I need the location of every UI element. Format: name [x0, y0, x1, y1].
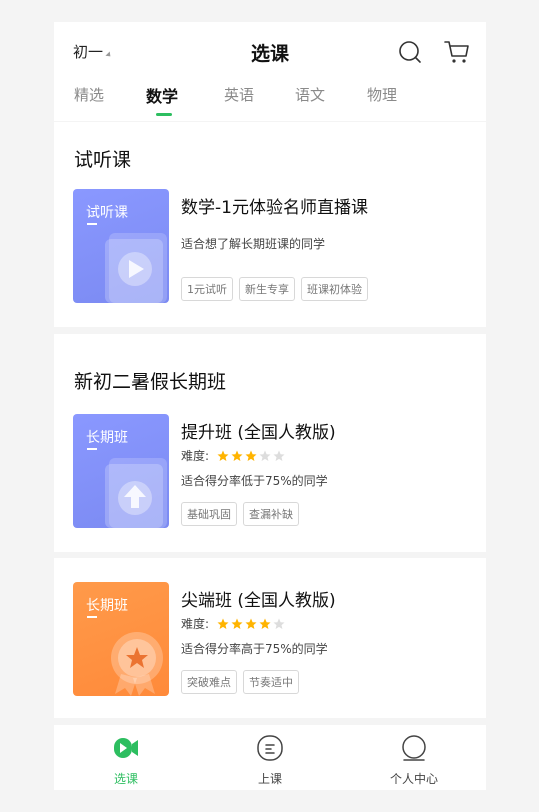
course-card-advanced[interactable]: 长期班 提升班 (全国人教版) 难度: 适合得分率低于75%的同学 基础巩固 查… — [73, 414, 473, 528]
course-tag: 节奏适中 — [243, 670, 299, 694]
app-screen: 初一 选课 精选 数学 英语 语文 物理 试听课 试听课 数学-1元体验名师直播… — [54, 22, 486, 790]
tab-math[interactable]: 数学 — [146, 83, 178, 107]
star-filled-icon — [217, 450, 229, 461]
thumbnail-dash — [87, 616, 97, 618]
long-term-section: 新初二暑假长期班 长期班 提升班 (全国人教版) 难度: 适合得分率低于75%的… — [54, 334, 486, 552]
thumbnail-dash — [87, 223, 97, 225]
thumbnail-dash — [87, 448, 97, 450]
user-icon — [402, 735, 426, 761]
star-rating — [217, 450, 287, 462]
section-title: 试听课 — [74, 149, 132, 171]
difficulty-label: 难度: — [181, 449, 210, 463]
tab-featured[interactable]: 精选 — [74, 84, 104, 105]
search-icon[interactable] — [398, 40, 422, 64]
cart-icon[interactable] — [444, 39, 470, 65]
tab-physics[interactable]: 物理 — [367, 84, 397, 105]
star-filled-icon — [217, 618, 229, 629]
star-filled-icon — [231, 450, 243, 461]
play-icon — [105, 233, 167, 303]
course-tags: 1元试听 新生专享 班课初体验 — [181, 277, 374, 301]
nav-label: 上课 — [257, 772, 282, 786]
nav-label: 个人中心 — [389, 772, 438, 786]
course-tag: 新生专享 — [239, 277, 295, 301]
course-thumbnail: 长期班 — [73, 582, 169, 696]
course-name: 提升班 (全国人教版) — [181, 423, 336, 443]
thumbnail-label: 长期班 — [86, 598, 128, 614]
course-tag: 突破难点 — [181, 670, 237, 694]
course-tag: 基础巩固 — [181, 502, 237, 526]
course-description: 适合想了解长期班课的同学 — [181, 237, 326, 251]
lesson-icon — [257, 735, 283, 761]
section-title: 新初二暑假长期班 — [74, 371, 227, 393]
course-tag: 查漏补缺 — [243, 502, 299, 526]
star-filled-icon — [245, 450, 257, 461]
course-name: 尖端班 (全国人教版) — [181, 591, 336, 611]
course-name: 数学-1元体验名师直播课 — [181, 198, 368, 218]
difficulty-rating: 难度: — [181, 447, 287, 464]
star-empty-icon — [259, 450, 271, 461]
course-card-top[interactable]: 长期班 尖端班 (全国人教版) 难度: 适合得分率高于75%的同学 突破难点 节… — [73, 582, 473, 696]
nav-item-profile[interactable]: 个人中心 — [342, 725, 486, 790]
course-section-top: 长期班 尖端班 (全国人教版) 难度: 适合得分率高于75%的同学 突破难点 节… — [54, 558, 486, 718]
difficulty-label: 难度: — [181, 617, 210, 631]
thumbnail-label: 长期班 — [86, 430, 128, 446]
star-filled-icon — [245, 618, 257, 629]
course-description: 适合得分率低于75%的同学 — [181, 474, 328, 488]
bottom-nav: 选课 上课 个人中心 — [54, 725, 486, 790]
course-thumbnail: 长期班 — [73, 414, 169, 528]
course-tag: 1元试听 — [181, 277, 233, 301]
thumbnail-label: 试听课 — [86, 205, 128, 221]
star-empty-icon — [273, 618, 285, 629]
course-card-trial[interactable]: 试听课 数学-1元体验名师直播课 适合想了解长期班课的同学 1元试听 新生专享 … — [73, 189, 473, 303]
course-tags: 基础巩固 查漏补缺 — [181, 502, 305, 526]
video-icon — [114, 738, 138, 758]
tab-indicator — [156, 113, 172, 116]
arrow-up-icon — [105, 458, 167, 528]
star-empty-icon — [273, 450, 285, 461]
header: 初一 选课 精选 数学 英语 语文 物理 — [54, 22, 486, 121]
medal-icon — [111, 632, 163, 696]
star-filled-icon — [231, 618, 243, 629]
star-rating — [217, 618, 287, 630]
star-filled-icon — [259, 618, 271, 629]
course-description: 适合得分率高于75%的同学 — [181, 642, 328, 656]
course-tags: 突破难点 节奏适中 — [181, 670, 305, 694]
nav-item-class[interactable]: 上课 — [198, 725, 342, 790]
subject-tabs: 精选 数学 英语 语文 物理 — [54, 82, 486, 118]
tab-chinese[interactable]: 语文 — [295, 84, 325, 105]
nav-item-course-select[interactable]: 选课 — [54, 725, 198, 790]
nav-label: 选课 — [113, 772, 138, 786]
course-tag: 班课初体验 — [301, 277, 368, 301]
course-thumbnail: 试听课 — [73, 189, 169, 303]
trial-section: 试听课 试听课 数学-1元体验名师直播课 适合想了解长期班课的同学 1元试听 新… — [54, 122, 486, 327]
tab-english[interactable]: 英语 — [224, 84, 254, 105]
difficulty-rating: 难度: — [181, 615, 287, 632]
